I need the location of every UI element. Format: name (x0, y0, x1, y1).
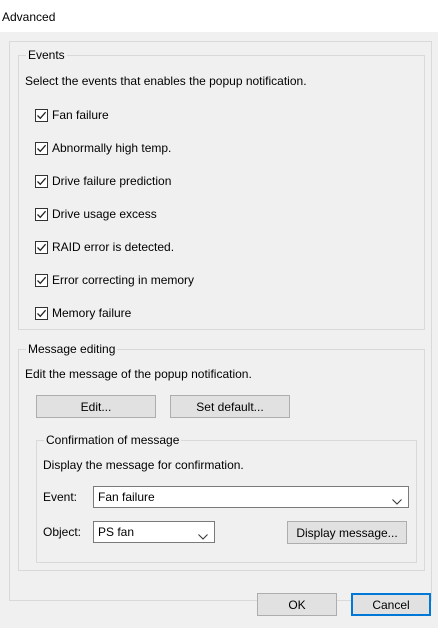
checkbox-label: Drive usage excess (52, 207, 157, 221)
outer-panel: Events Select the events that enables th… (9, 41, 432, 601)
cancel-button[interactable]: Cancel (351, 593, 431, 616)
checkbox-checked-icon (35, 108, 48, 122)
checkbox-drive-usage-excess[interactable]: Drive usage excess (35, 206, 157, 222)
set-default-button[interactable]: Set default... (170, 395, 290, 418)
checkbox-fan-failure[interactable]: Fan failure (35, 107, 109, 123)
window-title: Advanced (2, 10, 56, 24)
dialog-body: Events Select the events that enables th… (0, 32, 438, 628)
checkbox-label: RAID error is detected. (52, 240, 175, 254)
checkbox-label: Abnormally high temp. (52, 141, 172, 155)
checkbox-label: Memory failure (52, 306, 132, 320)
event-dropdown[interactable]: Fan failure (93, 486, 409, 508)
checkbox-memory-failure[interactable]: Memory failure (35, 305, 131, 321)
checkbox-checked-icon (35, 207, 48, 221)
title-bar: Advanced (0, 0, 438, 32)
checkbox-label: Drive failure prediction (52, 174, 172, 188)
checkbox-label: Error correcting in memory (52, 273, 195, 287)
confirmation-description: Display the message for confirmation. (43, 458, 244, 472)
object-label: Object: (43, 525, 82, 539)
checkbox-drive-failure-prediction[interactable]: Drive failure prediction (35, 173, 171, 189)
chevron-down-icon (392, 494, 402, 508)
event-label: Event: (43, 490, 78, 504)
checkbox-checked-icon (35, 306, 48, 320)
checkbox-checked-icon (35, 273, 48, 287)
checkbox-checked-icon (35, 174, 48, 188)
checkbox-checked-icon (35, 240, 48, 254)
events-description: Select the events that enables the popup… (25, 74, 307, 88)
message-editing-description: Edit the message of the popup notificati… (25, 367, 252, 381)
checkbox-abnormally-high-temp[interactable]: Abnormally high temp. (35, 140, 171, 156)
object-dropdown-value: PS fan (98, 525, 135, 539)
edit-button[interactable]: Edit... (36, 395, 156, 418)
checkbox-error-correcting-memory[interactable]: Error correcting in memory (35, 272, 194, 288)
events-group-label: Events (26, 48, 67, 63)
checkbox-checked-icon (35, 141, 48, 155)
event-dropdown-value: Fan failure (98, 490, 155, 504)
confirmation-group: Confirmation of message Display the mess… (36, 433, 417, 563)
chevron-down-icon (198, 529, 208, 543)
ok-button[interactable]: OK (257, 593, 337, 616)
checkbox-raid-error[interactable]: RAID error is detected. (35, 239, 174, 255)
object-dropdown[interactable]: PS fan (93, 521, 215, 543)
confirmation-group-label: Confirmation of message (44, 433, 182, 448)
display-message-button[interactable]: Display message... (287, 521, 407, 544)
checkbox-label: Fan failure (52, 108, 109, 122)
events-group: Events Select the events that enables th… (18, 48, 425, 330)
message-editing-group: Message editing Edit the message of the … (18, 342, 425, 571)
message-editing-group-label: Message editing (26, 342, 118, 357)
